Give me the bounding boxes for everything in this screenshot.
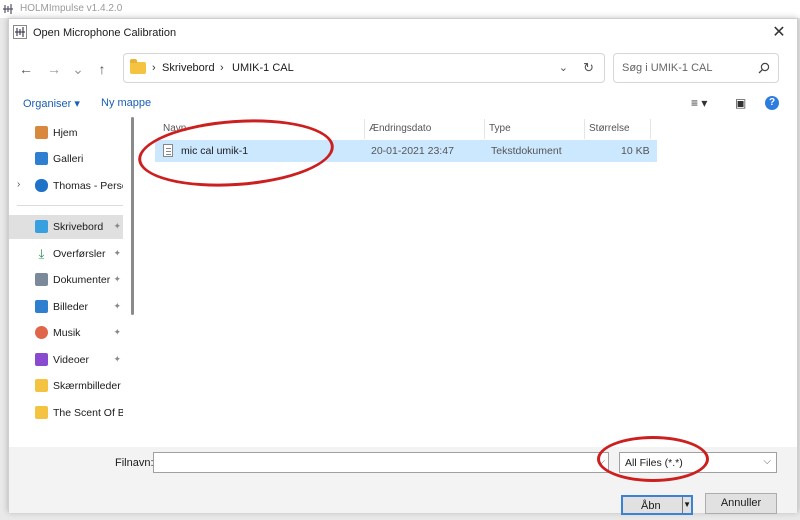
- arrow-up-icon: ↑: [98, 61, 106, 77]
- sidebar-item-label: The Scent Of Blo: [53, 407, 123, 419]
- sidebar-item-skaermbilleder[interactable]: Skærmbilleder: [9, 374, 123, 398]
- sidebar-item-hjem[interactable]: Hjem: [9, 121, 123, 145]
- chevron-right-icon[interactable]: ›: [17, 179, 20, 190]
- home-icon: [35, 126, 48, 139]
- organize-menu[interactable]: Organiser ▾: [23, 97, 80, 110]
- open-file-dialog: Open Microphone Calibration ✕ ← → ⌄ ↑ › …: [8, 18, 798, 515]
- sidebar-item-the-scent-of-blo[interactable]: The Scent Of Blo: [9, 401, 123, 425]
- chevron-down-icon[interactable]: ⌵: [597, 456, 605, 467]
- pin-icon: ✦: [113, 248, 121, 258]
- file-type-filter[interactable]: All Files (*.*) ⌵: [619, 452, 777, 473]
- sidebar-item-dokumenter[interactable]: Dokumenter ✦: [9, 268, 123, 292]
- sidebar-item-galleri[interactable]: Galleri: [9, 147, 123, 171]
- forward-button[interactable]: →: [43, 58, 65, 80]
- filename-input[interactable]: ⌵: [153, 452, 609, 473]
- search-icon: [758, 62, 770, 74]
- dialog-footer: Filnavn: ⌵ All Files (*.*) ⌵ Åbn ▼ Annul…: [9, 447, 797, 515]
- back-button[interactable]: ←: [15, 58, 37, 80]
- dialog-titlebar: Open Microphone Calibration ✕: [9, 19, 797, 47]
- folder-icon: [35, 379, 48, 392]
- sidebar-item-label: Thomas - Perso: [53, 180, 123, 192]
- folder-icon: [35, 406, 48, 419]
- sidebar-item-overforsler[interactable]: ⤓ Overførsler ✦: [9, 242, 123, 266]
- sidebar-scrollbar[interactable]: [131, 117, 134, 315]
- close-button[interactable]: ✕: [767, 23, 791, 43]
- music-icon: [35, 326, 48, 339]
- breadcrumb-separator: ›: [220, 62, 224, 74]
- open-button[interactable]: Åbn ▼: [621, 495, 693, 515]
- chevron-down-icon: ⌄: [72, 61, 84, 77]
- sidebar-item-billeder[interactable]: Billeder ✦: [9, 295, 123, 319]
- file-name: mic cal umik-1: [181, 145, 249, 157]
- pin-icon: ✦: [113, 327, 121, 337]
- navigation-bar: ← → ⌄ ↑ › Skrivebord › UMIK-1 CAL ⌄ ↻ Sø…: [9, 49, 797, 89]
- sidebar-item-label: Galleri: [53, 153, 84, 165]
- breadcrumb-umik-1-cal[interactable]: UMIK-1 CAL: [232, 62, 294, 74]
- dialog-title: Open Microphone Calibration: [33, 27, 177, 39]
- sidebar-item-onedrive[interactable]: › Thomas - Perso: [9, 174, 123, 198]
- column-header-type[interactable]: Type: [485, 119, 585, 139]
- arrow-left-icon: ←: [19, 61, 33, 77]
- sidebar-item-label: Skærmbilleder: [53, 380, 121, 392]
- desktop-icon: [35, 220, 48, 233]
- pin-icon: ✦: [113, 274, 121, 284]
- file-date: 20-01-2021 23:47: [371, 145, 454, 157]
- arrow-right-icon: →: [47, 61, 61, 77]
- onedrive-icon: [35, 179, 48, 192]
- address-dropdown-icon[interactable]: ⌄: [559, 61, 568, 74]
- command-bar: Organiser ▾ Ny mappe ≡ ▾ ▣ ?: [9, 91, 797, 115]
- app-logo-icon: [3, 4, 13, 14]
- dialog-app-icon: [13, 25, 27, 39]
- address-bar[interactable]: › Skrivebord › UMIK-1 CAL ⌄ ↻: [123, 53, 605, 83]
- preview-pane-icon[interactable]: ▣: [735, 96, 746, 110]
- file-row[interactable]: mic cal umik-1 20-01-2021 23:47 Tekstdok…: [155, 140, 657, 162]
- search-placeholder: Søg i UMIK-1 CAL: [622, 62, 713, 74]
- column-header-size[interactable]: Størrelse: [585, 119, 651, 139]
- chevron-down-icon: ⌵: [763, 456, 771, 467]
- gallery-icon: [35, 152, 48, 165]
- folder-icon: [130, 59, 146, 74]
- pin-icon: ✦: [113, 221, 121, 231]
- refresh-icon[interactable]: ↻: [583, 60, 594, 76]
- download-icon: ⤓: [38, 246, 45, 261]
- help-icon[interactable]: ?: [765, 96, 779, 110]
- pin-icon: ✦: [113, 301, 121, 311]
- documents-icon: [35, 273, 48, 286]
- pin-icon: ✦: [113, 354, 121, 364]
- file-type: Tekstdokument: [491, 145, 562, 157]
- navigation-pane: Hjem Galleri › Thomas - Perso Skrivebord…: [9, 117, 135, 443]
- close-icon: ✕: [772, 24, 786, 41]
- cancel-button[interactable]: Annuller: [705, 493, 777, 514]
- up-button[interactable]: ↑: [91, 58, 113, 80]
- text-file-icon: [163, 144, 173, 157]
- file-size: 10 KB: [621, 145, 650, 157]
- new-folder-button[interactable]: Ny mappe: [101, 97, 151, 109]
- videos-icon: [35, 353, 48, 366]
- sidebar-divider: [17, 205, 123, 206]
- search-box[interactable]: Søg i UMIK-1 CAL: [613, 53, 779, 83]
- recent-locations-button[interactable]: ⌄: [67, 58, 89, 80]
- view-options-icon[interactable]: ≡ ▾: [691, 96, 707, 110]
- background-window-titlebar: HOLMImpulse v1.4.2.0: [0, 0, 800, 18]
- sidebar-item-musik[interactable]: Musik ✦: [9, 321, 123, 345]
- sidebar-item-label: Hjem: [53, 127, 78, 139]
- column-header-name[interactable]: Navn: [159, 119, 365, 139]
- open-button-label: Åbn: [641, 500, 661, 512]
- file-list: Navn Ændringsdato Type Størrelse mic cal…: [137, 117, 789, 443]
- filename-label: Filnavn:: [115, 457, 154, 469]
- background-window-title: HOLMImpulse v1.4.2.0: [20, 3, 123, 14]
- sidebar-item-videoer[interactable]: Videoer ✦: [9, 348, 123, 372]
- sidebar-item-skrivebord[interactable]: Skrivebord ✦: [9, 215, 123, 239]
- pictures-icon: [35, 300, 48, 313]
- file-type-filter-value: All Files (*.*): [625, 457, 683, 469]
- breadcrumb-separator: ›: [152, 62, 156, 74]
- breadcrumb-skrivebord[interactable]: Skrivebord: [162, 62, 215, 74]
- caret-down-icon[interactable]: ▼: [683, 500, 691, 509]
- column-header-date[interactable]: Ændringsdato: [365, 119, 485, 139]
